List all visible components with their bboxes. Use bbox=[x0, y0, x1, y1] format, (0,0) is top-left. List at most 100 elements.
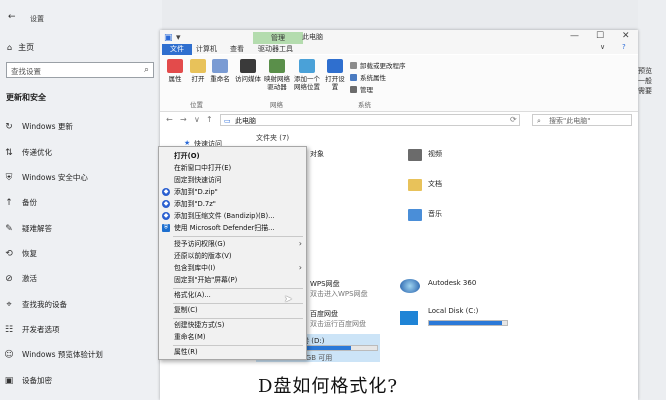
submenu-arrow-icon: › bbox=[298, 239, 302, 248]
nav-backup[interactable]: ↑ 备份 bbox=[4, 197, 37, 208]
nav-developer[interactable]: ☷ 开发者选项 bbox=[4, 324, 60, 335]
properties-button[interactable]: 属性 bbox=[164, 59, 186, 83]
tab-file[interactable]: 文件 bbox=[162, 44, 192, 55]
properties-icon bbox=[167, 59, 183, 73]
quick-access-icon[interactable]: ▣ bbox=[164, 33, 173, 43]
menu-copy[interactable]: 复制(C) bbox=[159, 305, 306, 315]
tab-computer[interactable]: 计算机 bbox=[196, 44, 217, 55]
menu-open[interactable]: 打开(O) bbox=[159, 151, 306, 161]
ribbon-collapse-icon[interactable]: ∨ bbox=[600, 43, 605, 51]
context-menu: 打开(O) 在新窗口中打开(E) 固定到快速访问 ◆ 添加到"D.zip" ◆ 添加… bbox=[158, 146, 307, 360]
settings-title: 设置 bbox=[30, 15, 44, 23]
drive-autodesk[interactable]: Autodesk 360 bbox=[428, 279, 476, 287]
menu-pin-start[interactable]: 固定到"开始"屏幕(P) bbox=[159, 275, 306, 285]
nav-find-my-device[interactable]: ⌖ 查找我的设备 bbox=[4, 299, 67, 310]
menu-separator bbox=[173, 345, 303, 346]
network-location-icon bbox=[299, 59, 315, 73]
menu-rename[interactable]: 重命名(M) bbox=[159, 332, 306, 342]
nav-delivery-optimization[interactable]: ⇅ 传递优化 bbox=[4, 147, 52, 158]
uninstall-programs-button[interactable]: 卸载或更改程序 bbox=[350, 60, 406, 70]
backup-icon: ↑ bbox=[5, 197, 13, 208]
menu-separator bbox=[173, 318, 303, 319]
nav-windows-update[interactable]: ↻ Windows 更新 bbox=[4, 121, 73, 132]
address-text: 此电脑 bbox=[235, 117, 256, 125]
menu-defender-scan[interactable]: ⛨ 使用 Microsoft Defender扫描... bbox=[159, 223, 306, 233]
map-network-drive-button[interactable]: 映射网络驱动器 bbox=[262, 59, 292, 91]
nav-activation[interactable]: ⊘ 激活 bbox=[4, 273, 37, 284]
settings-search-input[interactable]: 查找设置 ⌕ bbox=[6, 62, 154, 78]
menu-add-7z[interactable]: ◆ 添加到"D.7z" bbox=[159, 199, 306, 209]
bandizip-icon: ◆ bbox=[162, 200, 170, 208]
window-title: 此电脑 bbox=[302, 33, 323, 41]
title-and-tabs: ▣ ▾ 管理 此电脑 — ☐ ✕ 文件 计算机 查看 驱动器工具 ∨ ? bbox=[160, 30, 638, 55]
context-tab-manage[interactable]: 管理 bbox=[253, 32, 303, 44]
tab-view[interactable]: 查看 bbox=[230, 44, 244, 55]
menu-pin-quick-access[interactable]: 固定到快速访问 bbox=[159, 175, 306, 185]
menu-properties[interactable]: 属性(R) bbox=[159, 347, 306, 357]
shield-icon: ⛨ bbox=[5, 172, 13, 183]
menu-grant-access[interactable]: 授予访问权限(G) › bbox=[159, 239, 306, 249]
menu-add-archive[interactable]: ◆ 添加到压缩文件 (Bandizip)(B)... bbox=[159, 211, 306, 221]
video-folder-icon[interactable] bbox=[408, 149, 422, 161]
minimize-icon[interactable]: — bbox=[570, 31, 579, 41]
address-bar[interactable]: ▭ 此电脑 bbox=[220, 114, 520, 126]
defender-icon: ⛨ bbox=[162, 224, 170, 232]
menu-restore-versions[interactable]: 还原以前的版本(V) bbox=[159, 251, 306, 261]
settings-window: ← 设置 ⌂ 主页 查找设置 ⌕ 更新和安全 ↻ Windows 更新 ⇅ 传递优化… bbox=[0, 0, 162, 400]
section-heading: 更新和安全 bbox=[6, 93, 46, 102]
home-link[interactable]: ⌂ 主页 bbox=[7, 42, 34, 53]
manage-button[interactable]: 管理 bbox=[350, 84, 373, 94]
open-folder-icon bbox=[190, 59, 206, 73]
menu-include-library[interactable]: 包含到库中(I) › bbox=[159, 263, 306, 273]
nav-recovery[interactable]: ⟲ 恢复 bbox=[4, 248, 37, 259]
close-icon[interactable]: ✕ bbox=[622, 31, 630, 41]
background-window-edge: 预览 一般 需要 bbox=[638, 0, 666, 400]
music-folder-icon[interactable] bbox=[408, 209, 422, 221]
autodesk-icon bbox=[400, 279, 420, 293]
right-text-3: 需要 bbox=[638, 87, 652, 95]
nav-insider[interactable]: ☺ Windows 预览体验计划 bbox=[4, 349, 103, 360]
customize-quick-access-icon[interactable]: ▾ bbox=[176, 33, 181, 43]
address-row: ← → ∨ ↑ ▭ 此电脑 ⟳ ⌕ 搜索"此电脑" bbox=[160, 112, 638, 128]
up-icon[interactable]: ↑ bbox=[206, 115, 213, 124]
explorer-search-input[interactable]: ⌕ 搜索"此电脑" bbox=[532, 114, 632, 126]
bandizip-icon: ◆ bbox=[162, 212, 170, 220]
open-settings-button[interactable]: 打开设置 bbox=[324, 59, 346, 91]
nav-troubleshoot[interactable]: ✎ 疑难解答 bbox=[4, 223, 52, 234]
tab-drive-tools[interactable]: 驱动器工具 bbox=[258, 44, 293, 55]
add-network-location-button[interactable]: 添加一个网络位置 bbox=[292, 59, 322, 91]
system-properties-button[interactable]: 系统属性 bbox=[350, 72, 386, 82]
caption-text: D盘如何格式化? bbox=[258, 376, 399, 397]
back-arrow-icon[interactable]: ← bbox=[8, 12, 16, 22]
menu-open-new-window[interactable]: 在新窗口中打开(E) bbox=[159, 163, 306, 173]
manage-icon bbox=[350, 85, 357, 93]
open-button[interactable]: 打开 bbox=[187, 59, 209, 83]
check-circle-icon: ⊘ bbox=[5, 273, 13, 284]
recent-dropdown-icon[interactable]: ∨ bbox=[194, 115, 200, 124]
drive-wps[interactable]: WPS网盘 双击进入WPS网盘 bbox=[310, 279, 368, 299]
menu-add-zip[interactable]: ◆ 添加到"D.zip" bbox=[159, 187, 306, 197]
rename-button[interactable]: 重命名 bbox=[209, 59, 231, 83]
menu-create-shortcut[interactable]: 创建快捷方式(S) bbox=[159, 320, 306, 330]
right-text-2: 一般 bbox=[638, 77, 652, 85]
system-icon bbox=[350, 73, 357, 81]
help-icon[interactable]: ? bbox=[622, 43, 626, 51]
forward-icon[interactable]: → bbox=[180, 115, 187, 124]
folder-music[interactable]: 音乐 bbox=[428, 209, 442, 219]
folder-video[interactable]: 视频 bbox=[428, 149, 442, 159]
folders-group-header[interactable]: 文件夹 (7) bbox=[256, 133, 289, 143]
delivery-icon: ⇅ bbox=[5, 147, 13, 158]
computer-icon: ▭ bbox=[224, 117, 231, 125]
maximize-icon[interactable]: ☐ bbox=[596, 31, 604, 41]
access-media-button[interactable]: 访问媒体 bbox=[235, 59, 261, 83]
submenu-arrow-icon: › bbox=[298, 263, 302, 272]
nav-device-encryption[interactable]: ▣ 设备加密 bbox=[4, 375, 52, 386]
back-icon[interactable]: ← bbox=[166, 115, 173, 124]
refresh-icon[interactable]: ⟳ bbox=[510, 115, 517, 124]
documents-folder-icon[interactable] bbox=[408, 179, 422, 191]
search-icon: ⌕ bbox=[143, 65, 149, 75]
folder-documents[interactable]: 文档 bbox=[428, 179, 442, 189]
drive-baidu[interactable]: 百度网盘 双击运行百度网盘 bbox=[310, 309, 366, 329]
drive-c[interactable]: Local Disk (C:) bbox=[428, 307, 478, 315]
nav-windows-security[interactable]: ⛨ Windows 安全中心 bbox=[4, 172, 88, 183]
